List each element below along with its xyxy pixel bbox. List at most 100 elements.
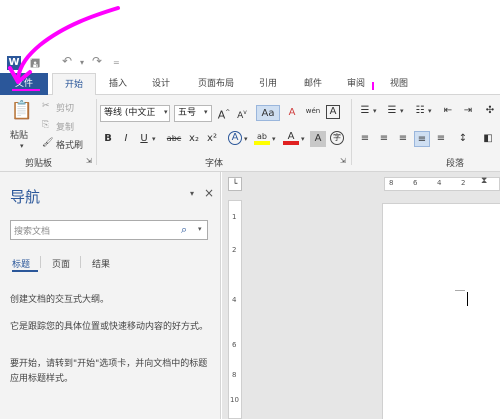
underline-button[interactable]: U (136, 131, 152, 147)
cut-button[interactable]: 剪切 (56, 101, 74, 114)
tab-selector[interactable]: └ (228, 177, 242, 191)
active-tab-underline (12, 270, 38, 272)
justify-icon[interactable]: ≡ (414, 131, 430, 147)
paste-dropdown-icon[interactable]: ▾ (20, 142, 24, 150)
chinese-layout-icon[interactable]: ✣ (482, 103, 498, 119)
underline-dropdown-icon[interactable]: ▾ (152, 135, 156, 143)
tab-mailings[interactable]: 邮件 (297, 73, 329, 95)
text-cursor (467, 292, 468, 306)
align-center-icon[interactable]: ≡ (376, 131, 392, 147)
nav-tab-pages[interactable]: 页面 (52, 257, 70, 270)
ruler-number: 2 (461, 179, 466, 187)
vertical-ruler[interactable]: 1 2 4 6 8 10 (228, 200, 242, 419)
search-placeholder: 搜索文档 (14, 227, 51, 237)
nav-title: 导航 (10, 188, 41, 206)
bold-button[interactable]: B (100, 131, 116, 147)
font-launcher-icon[interactable]: ⇲ (340, 157, 346, 165)
tab-review[interactable]: 审阅 (340, 73, 372, 95)
nav-tab-results[interactable]: 结果 (92, 257, 110, 270)
clear-formatting-icon[interactable]: A (284, 105, 300, 121)
document-page[interactable] (382, 203, 500, 419)
character-border-icon[interactable]: A (326, 105, 340, 119)
clipboard-launcher-icon[interactable]: ⇲ (86, 157, 92, 165)
italic-button[interactable]: I (118, 131, 134, 147)
highlight-color-icon[interactable]: ab (254, 129, 270, 145)
ruler-number: 6 (413, 179, 418, 187)
margin-corner-mark (455, 290, 465, 291)
ruler-number: 4 (437, 179, 442, 187)
font-size-dropdown-icon[interactable]: ▾ (204, 108, 208, 116)
paragraph-group-label: 段落 (446, 159, 465, 169)
ribbon-home: 📋 粘贴 ▾ ✂ 剪切 ⎘ 复制 🖌 格式刷 剪贴板 ⇲ 等线 (中文正 ▾ 五… (0, 95, 500, 172)
phonetic-guide-icon[interactable]: wén (305, 103, 321, 119)
line-spacing-icon[interactable]: ↕ (455, 131, 471, 147)
search-icon[interactable]: ⌕ (181, 223, 187, 237)
navigation-pane: 导航 ▾ × 搜索文档 ⌕ ▾ 标题 页面 结果 创建文档的交互式大纲。 它是跟… (0, 172, 221, 419)
font-group-label: 字体 (205, 159, 224, 169)
shrink-font-icon[interactable]: Av (234, 105, 250, 121)
tab-layout[interactable]: 页面布局 (190, 73, 242, 95)
text-effects-dropdown-icon[interactable]: ▾ (244, 135, 248, 143)
search-dropdown-icon[interactable]: ▾ (198, 225, 202, 233)
multilevel-dropdown-icon[interactable]: ▾ (428, 107, 432, 115)
ruler-number: 2 (232, 246, 237, 254)
font-color-icon[interactable]: A (283, 129, 299, 145)
ruler-number: 4 (232, 296, 237, 304)
format-painter-icon[interactable]: 🖌 (42, 138, 53, 148)
grow-font-icon[interactable]: A^ (216, 105, 232, 122)
font-name-value: 等线 (中文正 (104, 108, 156, 118)
numbering-dropdown-icon[interactable]: ▾ (400, 107, 404, 115)
change-case-icon[interactable]: Aa (256, 105, 280, 121)
character-shading-icon[interactable]: A (310, 131, 326, 147)
multilevel-list-icon[interactable]: ☷ (412, 103, 428, 119)
indent-marker-icon[interactable]: ⧗ (481, 176, 487, 186)
strikethrough-button[interactable]: abc (164, 131, 184, 147)
highlight-dropdown-icon[interactable]: ▾ (272, 135, 276, 143)
tab-references[interactable]: 引用 (252, 73, 284, 95)
nav-options-icon[interactable]: ▾ (190, 189, 194, 198)
search-input[interactable]: 搜索文档 ⌕ ▾ (10, 220, 208, 240)
decrease-indent-icon[interactable]: ⇤ (440, 103, 456, 119)
font-color-dropdown-icon[interactable]: ▾ (301, 135, 305, 143)
ruler-number: 8 (389, 179, 394, 187)
divider (351, 99, 352, 165)
ruler-number: 8 (232, 371, 237, 379)
subscript-button[interactable]: x₂ (186, 131, 202, 147)
superscript-button[interactable]: x² (204, 131, 220, 147)
close-icon[interactable]: × (204, 186, 214, 200)
horizontal-ruler[interactable]: 8 6 4 2 ⧗ (384, 176, 500, 191)
paste-button[interactable]: 粘贴 (10, 128, 28, 141)
distributed-icon[interactable]: ≡ (433, 131, 449, 147)
enclose-characters-icon[interactable]: 字 (330, 131, 344, 145)
copy-icon[interactable]: ⎘ (42, 120, 49, 130)
nav-help-text-2: 它是跟踪您的具体位置或快速移动内容的好方式。 (10, 322, 209, 332)
increase-indent-icon[interactable]: ⇥ (460, 103, 476, 119)
divider (96, 99, 97, 165)
align-right-icon[interactable]: ≡ (395, 131, 411, 147)
cut-icon[interactable]: ✂ (42, 101, 50, 111)
divider (80, 256, 81, 268)
numbering-icon[interactable]: ☰ (384, 103, 400, 119)
copy-button[interactable]: 复制 (56, 120, 74, 133)
bullets-dropdown-icon[interactable]: ▾ (373, 107, 377, 115)
ruler-number: 1 (232, 213, 237, 221)
paste-icon[interactable]: 📋 (10, 99, 34, 123)
align-left-icon[interactable]: ≡ (357, 131, 373, 147)
tab-design[interactable]: 设计 (143, 73, 179, 95)
bullets-icon[interactable]: ☰ (357, 103, 373, 119)
format-painter-button[interactable]: 格式刷 (56, 138, 83, 151)
divider (40, 256, 41, 268)
annotation-mark (372, 82, 374, 90)
shading-icon[interactable]: ◧ (480, 131, 496, 147)
text-effects-icon[interactable]: A (228, 131, 242, 145)
font-name-box[interactable]: 等线 (中文正 (100, 105, 170, 122)
ruler-number: 10 (230, 396, 239, 404)
nav-help-text-1: 创建文档的交互式大纲。 (10, 295, 110, 305)
ruler-number: 6 (232, 341, 237, 349)
font-name-dropdown-icon[interactable]: ▾ (164, 108, 168, 116)
nav-tab-headings[interactable]: 标题 (12, 257, 30, 270)
clipboard-group-label: 剪贴板 (25, 159, 53, 169)
tab-view[interactable]: 视图 (383, 73, 415, 95)
font-size-value: 五号 (178, 108, 197, 118)
nav-help-text-3: 要开始，请转到"开始"选项卡，并向文档中的标题应用标题样式。 (10, 359, 208, 384)
